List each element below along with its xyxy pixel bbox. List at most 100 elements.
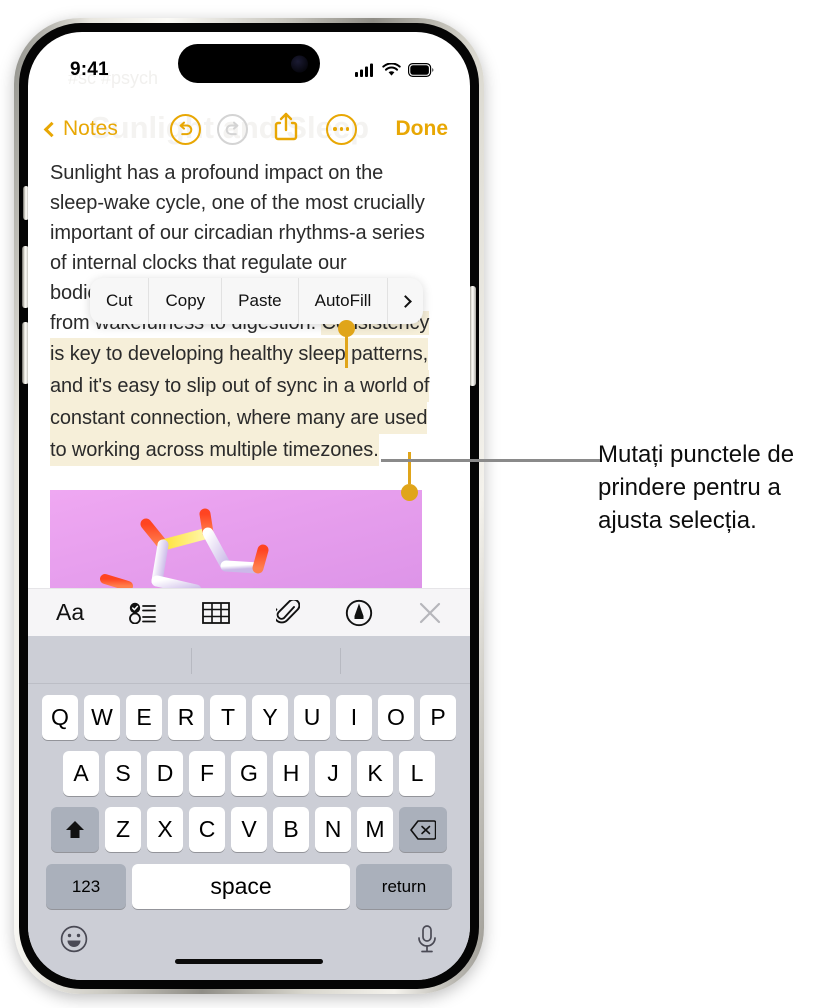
- redo-icon: [225, 121, 239, 136]
- paste-menu-item[interactable]: Paste: [222, 278, 299, 324]
- key-f[interactable]: F: [189, 751, 225, 796]
- cellular-bars-icon: [355, 63, 373, 77]
- more-menu-button[interactable]: [388, 278, 423, 324]
- dynamic-island: [178, 44, 320, 83]
- table-button[interactable]: [202, 601, 231, 624]
- cut-menu-item[interactable]: Cut: [90, 278, 150, 324]
- predictive-text-bar[interactable]: [28, 636, 470, 684]
- phone-bezel: #sc #psych Sunlight and Sleep 9:41 Notes…: [19, 23, 479, 989]
- key-j[interactable]: J: [315, 751, 351, 796]
- keyboard-bottom-bar: [28, 909, 470, 980]
- space-key[interactable]: space: [132, 864, 350, 909]
- autofill-menu-item[interactable]: AutoFill: [299, 278, 389, 324]
- more-ellipsis-icon: [333, 127, 350, 131]
- key-k[interactable]: K: [357, 751, 393, 796]
- undo-icon: [179, 121, 193, 136]
- share-button[interactable]: [274, 112, 298, 147]
- keyboard-row-4: 123 space return: [28, 864, 470, 909]
- key-b[interactable]: B: [273, 807, 309, 852]
- selection-knob-icon: [401, 484, 418, 501]
- undo-button[interactable]: [169, 113, 201, 145]
- emoji-smiley-icon: [60, 925, 88, 953]
- attachment-button[interactable]: [275, 599, 300, 626]
- text-edit-context-menu[interactable]: Cut Copy Paste AutoFill: [90, 278, 424, 324]
- key-p[interactable]: P: [420, 695, 456, 740]
- markup-button[interactable]: [345, 599, 373, 627]
- note-line: important of our circadian rhythms-a ser…: [50, 222, 425, 244]
- note-format-toolbar: Aa: [28, 588, 470, 636]
- on-screen-keyboard: Q W E R T Y U I O P A S D F G H J K L Z …: [28, 636, 470, 980]
- navigation-bar: Notes Done: [28, 104, 470, 154]
- keyboard-row-1: Q W E R T Y U I O P: [28, 695, 470, 740]
- selection-bar: [408, 452, 411, 484]
- key-r[interactable]: R: [168, 695, 204, 740]
- attachment-paperclip-icon: [275, 599, 300, 623]
- key-y[interactable]: Y: [252, 695, 288, 740]
- callout-leader-line: [381, 459, 600, 462]
- keyboard-row-3: Z X C V B N M: [28, 807, 470, 852]
- key-u[interactable]: U: [294, 695, 330, 740]
- key-i[interactable]: I: [336, 695, 372, 740]
- key-o[interactable]: O: [378, 695, 414, 740]
- copy-menu-item[interactable]: Copy: [149, 278, 223, 324]
- screenshot-root: #sc #psych Sunlight and Sleep 9:41 Notes…: [0, 0, 822, 1008]
- checklist-button[interactable]: [129, 602, 157, 624]
- text-format-button[interactable]: Aa: [56, 599, 84, 626]
- redo-button: [216, 113, 248, 145]
- key-h[interactable]: H: [273, 751, 309, 796]
- molecule-illustration: [100, 508, 269, 590]
- key-v[interactable]: V: [231, 807, 267, 852]
- key-a[interactable]: A: [63, 751, 99, 796]
- note-line: sleep-wake cycle, one of the most crucia…: [50, 192, 425, 214]
- numbers-key[interactable]: 123: [46, 864, 126, 909]
- emoji-button[interactable]: [60, 925, 88, 958]
- chevron-right-icon: [399, 294, 413, 308]
- key-m[interactable]: M: [357, 807, 393, 852]
- key-d[interactable]: D: [147, 751, 183, 796]
- note-line: Sunlight has a profound impact on the: [50, 162, 384, 184]
- key-w[interactable]: W: [84, 695, 120, 740]
- shift-key[interactable]: [51, 807, 99, 852]
- markup-pen-icon: [345, 599, 372, 626]
- selection-handle-start[interactable]: [338, 320, 355, 368]
- note-line-selected: constant connection, where many are used: [50, 402, 427, 434]
- shift-up-arrow-icon: [66, 820, 84, 838]
- status-indicators: [355, 63, 434, 77]
- done-button[interactable]: Done: [396, 117, 449, 141]
- more-options-button[interactable]: [325, 113, 357, 145]
- key-n[interactable]: N: [315, 807, 351, 852]
- key-z[interactable]: Z: [105, 807, 141, 852]
- close-toolbar-button[interactable]: [418, 601, 442, 625]
- status-time: 9:41: [70, 59, 109, 80]
- share-icon: [274, 112, 298, 140]
- checklist-icon: [129, 602, 157, 624]
- backspace-key[interactable]: [399, 807, 447, 852]
- wifi-icon: [382, 63, 401, 76]
- home-indicator: [175, 959, 323, 964]
- callout-text: Mutați punctele de prindere pentru a aju…: [598, 441, 795, 534]
- dictation-button[interactable]: [416, 925, 438, 960]
- power-button[interactable]: [469, 286, 476, 386]
- key-e[interactable]: E: [126, 695, 162, 740]
- phone-screen: #sc #psych Sunlight and Sleep 9:41 Notes…: [28, 32, 470, 980]
- predictive-divider: [191, 648, 192, 674]
- key-g[interactable]: G: [231, 751, 267, 796]
- key-x[interactable]: X: [147, 807, 183, 852]
- key-c[interactable]: C: [189, 807, 225, 852]
- key-q[interactable]: Q: [42, 695, 78, 740]
- front-camera-icon: [291, 55, 308, 72]
- back-to-notes-button[interactable]: Notes: [43, 117, 118, 141]
- note-attachment-image[interactable]: [50, 490, 422, 590]
- back-button-label: Notes: [63, 117, 118, 140]
- key-l[interactable]: L: [399, 751, 435, 796]
- note-line-selected: and it's easy to slip out of sync in a w…: [50, 370, 429, 402]
- predictive-divider: [340, 648, 341, 674]
- chevron-left-icon: [43, 121, 60, 137]
- key-t[interactable]: T: [210, 695, 246, 740]
- return-key[interactable]: return: [356, 864, 452, 909]
- keyboard-row-2: A S D F G H J K L: [28, 751, 470, 796]
- battery-full-icon: [408, 63, 434, 77]
- text-format-icon: Aa: [56, 599, 85, 625]
- key-s[interactable]: S: [105, 751, 141, 796]
- note-line: of internal clocks that regulate our: [50, 252, 347, 274]
